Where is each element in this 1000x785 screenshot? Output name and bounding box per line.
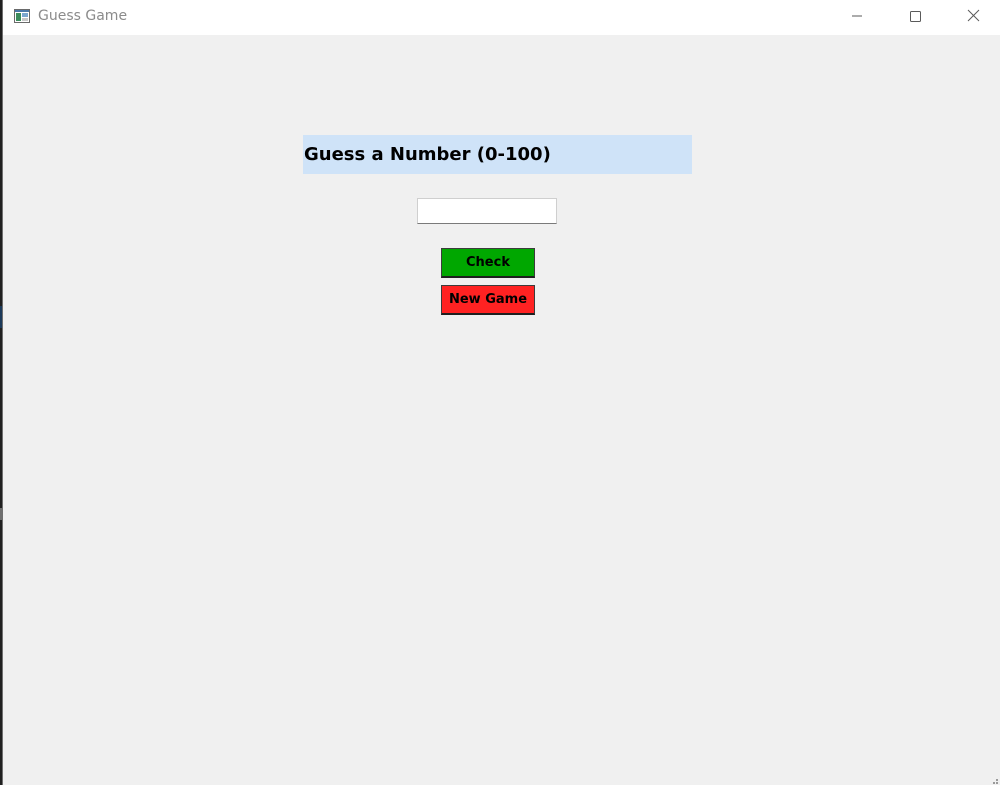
check-button[interactable]: Check bbox=[441, 248, 535, 278]
window-title: Guess Game bbox=[38, 8, 128, 24]
page-title: Guess a Number (0-100) bbox=[303, 135, 692, 174]
resize-grip-icon[interactable] bbox=[988, 773, 999, 784]
title-bar[interactable]: Guess Game bbox=[3, 0, 1000, 35]
tk-window-icon bbox=[14, 8, 30, 23]
app-window: Guess Game Guess a Number (0-100) Check … bbox=[2, 0, 1000, 785]
new-game-button[interactable]: New Game bbox=[441, 285, 535, 315]
minimize-icon bbox=[851, 7, 863, 26]
close-button[interactable] bbox=[944, 0, 1000, 33]
close-icon bbox=[967, 7, 980, 26]
guess-input[interactable] bbox=[417, 198, 557, 224]
client-area: Guess a Number (0-100) Check New Game bbox=[3, 35, 1000, 785]
maximize-icon bbox=[909, 7, 921, 26]
maximize-button[interactable] bbox=[886, 0, 944, 33]
minimize-button[interactable] bbox=[828, 0, 886, 33]
